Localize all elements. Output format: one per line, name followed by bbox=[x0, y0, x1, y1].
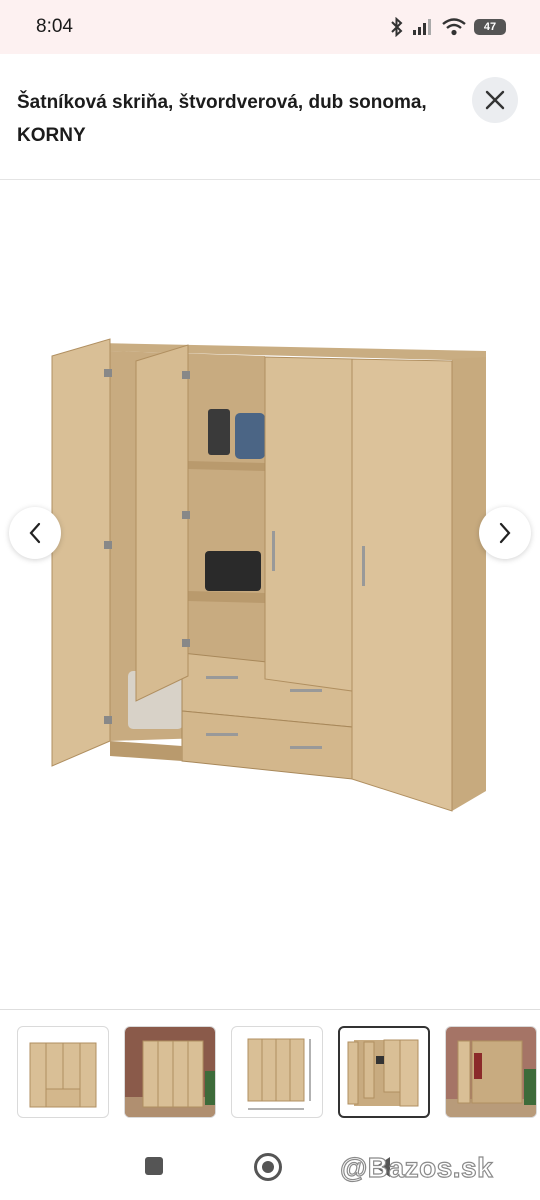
wifi-icon bbox=[442, 18, 466, 36]
thumbnail-4[interactable] bbox=[338, 1026, 430, 1118]
close-icon bbox=[485, 90, 505, 110]
battery-icon: 47 bbox=[474, 19, 506, 35]
thumbnail-image bbox=[446, 1027, 536, 1117]
chevron-right-icon bbox=[499, 522, 511, 544]
image-gallery bbox=[0, 181, 540, 1009]
thumbnail-1[interactable] bbox=[17, 1026, 109, 1118]
home-icon bbox=[262, 1161, 274, 1173]
header: Šatníková skriňa, štvordverová, dub sono… bbox=[0, 54, 540, 180]
thumbnail-image bbox=[347, 1039, 419, 1107]
thumbnail-image bbox=[125, 1027, 215, 1117]
next-image-button[interactable] bbox=[479, 507, 531, 559]
status-icons: 47 bbox=[390, 17, 506, 37]
thumbnail-image bbox=[29, 1042, 97, 1108]
system-navigation-bar: @Bazos.sk bbox=[0, 1130, 540, 1200]
watermark: @Bazos.sk bbox=[339, 1151, 494, 1183]
recents-button[interactable] bbox=[145, 1157, 163, 1175]
signal-icon bbox=[413, 19, 431, 35]
battery-level: 47 bbox=[483, 21, 497, 33]
page-title: Šatníková skriňa, štvordverová, dub sono… bbox=[17, 92, 427, 146]
thumbnail-5[interactable] bbox=[445, 1026, 537, 1118]
close-button[interactable] bbox=[472, 77, 518, 123]
home-button[interactable] bbox=[254, 1153, 282, 1181]
bluetooth-icon bbox=[391, 17, 403, 37]
previous-image-button[interactable] bbox=[9, 507, 61, 559]
thumbnail-3[interactable] bbox=[231, 1026, 323, 1118]
product-image-wardrobe bbox=[51, 338, 486, 812]
status-time: 8:04 bbox=[36, 16, 73, 37]
status-bar: 8:04 47 bbox=[0, 0, 540, 54]
thumbnail-strip bbox=[0, 1010, 540, 1130]
thumbnail-2[interactable] bbox=[124, 1026, 216, 1118]
chevron-left-icon bbox=[29, 522, 41, 544]
thumbnail-image bbox=[247, 1038, 311, 1110]
